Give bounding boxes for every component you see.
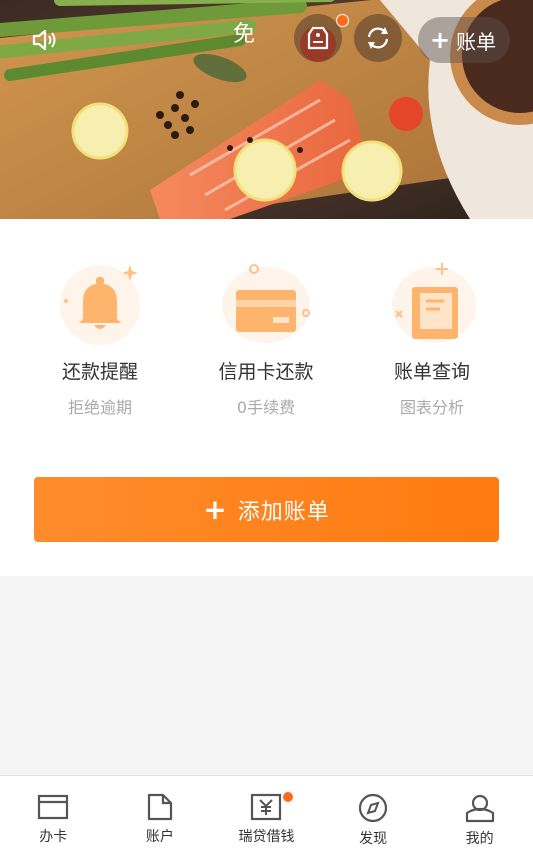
profile-icon [465,794,494,823]
tab-apply-card[interactable]: 办卡 [0,776,107,856]
feature-subtitle: 0手续费 [236,398,296,417]
tab-label: 瑞贷借钱 [238,829,295,845]
loan-yen-icon [251,793,282,821]
notification-dot [336,14,349,27]
feature-subtitle: 图表分析 [399,398,464,417]
speaker-icon [32,29,56,51]
price-tag-icon [307,26,329,50]
card-window-icon [38,794,69,820]
credit-card-icon [216,257,316,347]
bill-document-icon [382,257,482,347]
feature-title: 还款提醒 [61,361,138,383]
sound-button[interactable] [22,16,70,64]
compass-icon [358,793,388,823]
tab-label: 办卡 [39,829,68,845]
free-button[interactable]: 免 [233,16,255,48]
hero-banner: 免 + 账单 [0,0,533,219]
refresh-icon [367,27,389,49]
tag-button[interactable] [294,14,342,62]
feature-subtitle: 拒绝逾期 [67,398,132,417]
feature-title: 账单查询 [393,361,470,383]
refresh-button[interactable] [354,14,402,62]
tab-loan[interactable]: 瑞贷借钱 [213,776,320,856]
plus-icon: + [203,492,228,526]
tab-label: 账户 [145,829,174,845]
feature-credit-card-repay[interactable]: 信用卡还款 0手续费 [196,257,336,418]
feature-repay-reminder[interactable]: 还款提醒 拒绝逾期 [30,257,170,418]
feature-bill-query[interactable]: 账单查询 图表分析 [362,257,502,418]
loan-badge-dot [283,792,293,802]
tab-mine[interactable]: 我的 [426,776,533,856]
tab-account[interactable]: 账户 [107,776,214,856]
feature-title: 信用卡还款 [218,361,314,383]
bottom-tab-bar: 办卡 账户 瑞贷借钱 发现 我的 [0,775,533,856]
add-bill-button-label: 添加账单 [237,499,330,525]
hero-toolbar: 免 + 账单 [0,0,533,80]
feature-card: 还款提醒 拒绝逾期 信用卡还款 0手续费 账单查询 图表分析 + 添加账单 [0,219,533,576]
add-bill-button[interactable]: + 添加账单 [34,477,499,542]
add-bill-header-label: 账单 [456,29,497,54]
bell-icon [50,257,150,347]
document-icon [147,793,172,821]
tab-label: 发现 [359,831,388,847]
add-bill-header-button[interactable]: + 账单 [418,17,511,63]
tab-label: 我的 [465,831,494,847]
plus-icon: + [430,26,451,54]
tab-discover[interactable]: 发现 [320,776,427,856]
